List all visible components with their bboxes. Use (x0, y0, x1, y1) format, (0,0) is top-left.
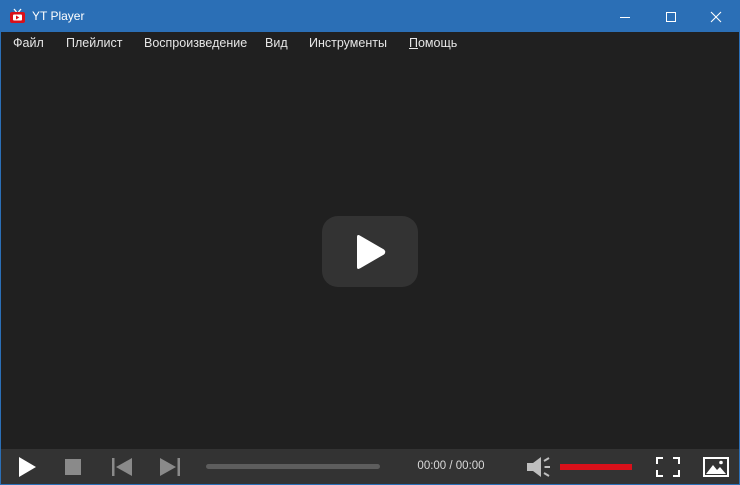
player-window: YT Player Файл Плейлист Воспроизведение … (0, 0, 740, 485)
volume-button[interactable] (525, 455, 551, 479)
yt-player-tv-icon (9, 8, 26, 25)
picture-button[interactable] (703, 456, 729, 478)
maximize-button[interactable] (648, 1, 694, 32)
minimize-icon (620, 16, 630, 18)
stop-icon (65, 459, 81, 475)
close-button[interactable] (693, 1, 739, 32)
volume-icon (527, 457, 550, 477)
menu-tools[interactable]: Инструменты (309, 36, 387, 51)
volume-slider[interactable] (560, 464, 632, 470)
window-title: YT Player (32, 9, 85, 23)
seek-bar[interactable] (206, 464, 380, 469)
maximize-icon (666, 11, 676, 22)
menu-playlist[interactable]: Плейлист (66, 36, 122, 51)
center-play-button[interactable] (322, 216, 418, 287)
play-button[interactable] (15, 456, 39, 478)
next-button[interactable] (158, 457, 182, 477)
menu-file[interactable]: Файл (13, 36, 44, 51)
menu-help[interactable]: Помощь (409, 36, 457, 51)
time-display: 00:00 / 00:00 (417, 460, 485, 472)
picture-icon (703, 457, 729, 477)
menu-playback[interactable]: Воспроизведение (144, 36, 247, 51)
play-icon (357, 234, 386, 269)
menu-bar: Файл Плейлист Воспроизведение Вид Инстру… (1, 32, 739, 56)
previous-button[interactable] (110, 457, 134, 477)
play-icon (19, 457, 36, 477)
video-area[interactable] (1, 56, 739, 449)
minimize-button[interactable] (602, 1, 648, 32)
title-bar[interactable]: YT Player (1, 1, 739, 32)
next-icon (160, 458, 180, 476)
stop-button[interactable] (63, 457, 83, 477)
fullscreen-icon (656, 457, 680, 477)
volume-level (560, 464, 632, 470)
fullscreen-button[interactable] (655, 456, 681, 478)
control-bar: 00:00 / 00:00 (1, 449, 739, 484)
close-icon (710, 11, 722, 22)
menu-view[interactable]: Вид (265, 36, 288, 51)
previous-icon (112, 458, 132, 476)
